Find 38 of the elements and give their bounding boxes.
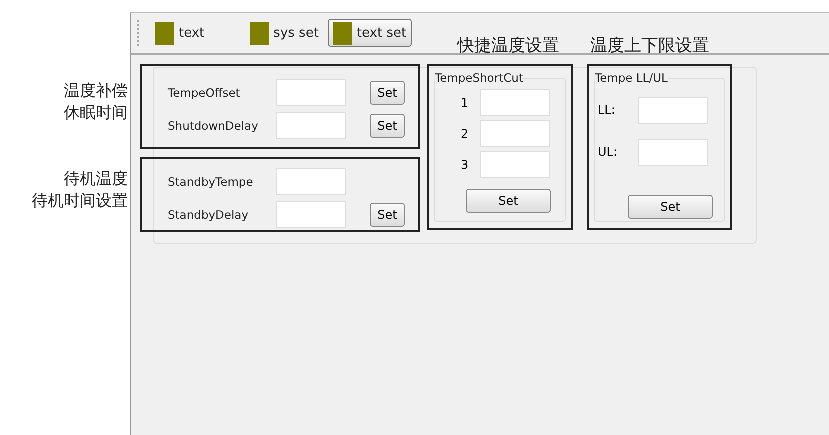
input-field[interactable] bbox=[276, 201, 346, 228]
input-field[interactable] bbox=[276, 168, 346, 195]
set-button[interactable]: Set bbox=[370, 114, 405, 138]
set-button[interactable]: Set bbox=[628, 195, 713, 219]
set-button[interactable]: Set bbox=[370, 80, 405, 104]
input-field[interactable] bbox=[638, 96, 708, 124]
input-field[interactable] bbox=[480, 151, 550, 178]
field-label: StandbyTempe bbox=[168, 174, 254, 188]
field-label: 2 bbox=[461, 126, 470, 140]
annotation-label: 待机时间设置 bbox=[32, 190, 128, 212]
field-label: ShutdownDelay bbox=[168, 118, 260, 132]
square-icon bbox=[155, 22, 174, 44]
field-label: 3 bbox=[461, 158, 470, 172]
field-label: TempeOffset bbox=[168, 86, 242, 100]
set-button[interactable]: Set bbox=[370, 202, 405, 226]
field-label: LL: bbox=[598, 103, 616, 117]
toolbar-button[interactable]: text bbox=[150, 19, 210, 47]
field-label: StandbyDelay bbox=[168, 208, 250, 222]
input-field[interactable] bbox=[480, 120, 550, 147]
grip-handle[interactable] bbox=[137, 20, 141, 46]
annotation-label: 待机温度 bbox=[64, 168, 128, 190]
annotation-heading: 温度上下限设置 bbox=[590, 35, 710, 57]
group-title: TempeShortCut bbox=[435, 71, 524, 85]
input-field[interactable] bbox=[480, 89, 550, 116]
annotation-label: 温度补偿 bbox=[64, 80, 128, 102]
input-field[interactable] bbox=[638, 138, 708, 166]
annotation-heading: 快捷温度设置 bbox=[458, 35, 560, 57]
square-icon bbox=[332, 22, 352, 44]
input-field[interactable] bbox=[276, 79, 346, 106]
annotation-label: 休眠时间 bbox=[64, 102, 128, 124]
field-label: UL: bbox=[598, 145, 619, 159]
group-title: Tempe LL/UL bbox=[595, 71, 668, 85]
set-button[interactable]: Set bbox=[466, 189, 551, 213]
square-icon bbox=[250, 22, 269, 44]
toolbar-button[interactable]: text set bbox=[328, 19, 412, 47]
toolbar-button[interactable]: sys set bbox=[244, 19, 324, 47]
field-label: 1 bbox=[461, 96, 470, 110]
input-field[interactable] bbox=[276, 112, 346, 139]
